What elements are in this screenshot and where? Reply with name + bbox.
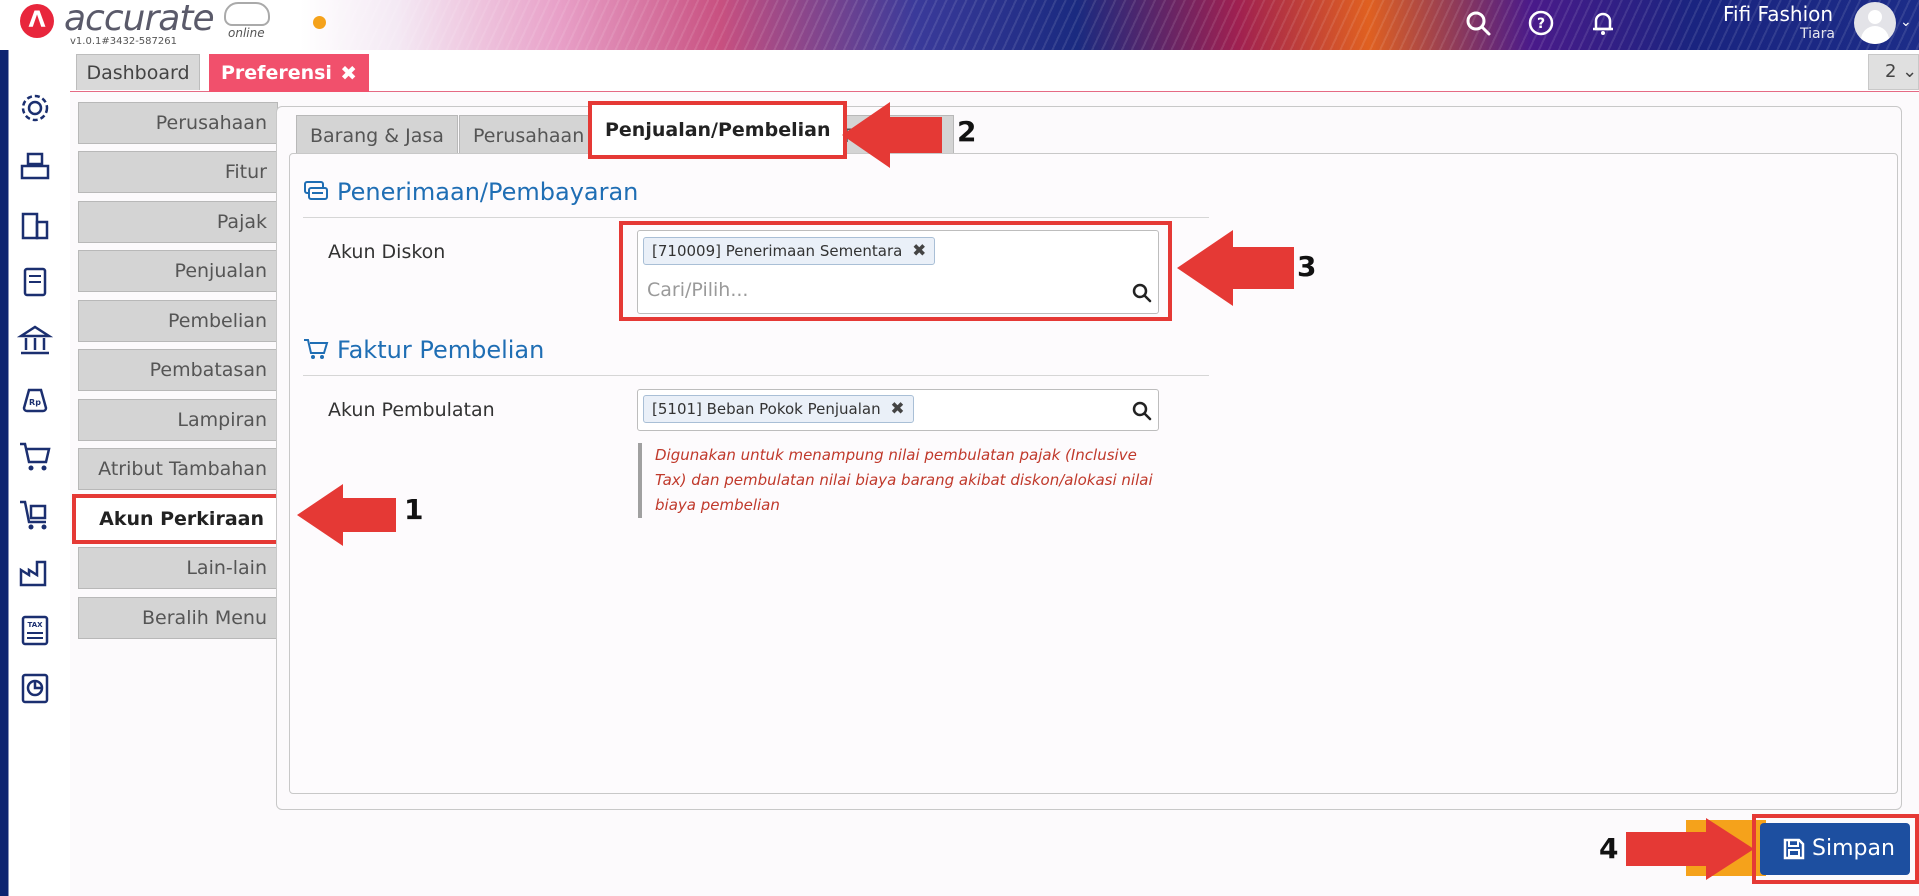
akun-pembulatan-select[interactable]: [5101] Beban Pokok Penjualan ✖ — [637, 389, 1159, 431]
chip-label: [5101] Beban Pokok Penjualan — [652, 400, 881, 418]
close-icon[interactable]: ✖ — [340, 54, 357, 92]
status-dot — [313, 16, 326, 29]
tab-barang-jasa[interactable]: Barang & Jasa — [296, 115, 458, 155]
arrow-step-4 — [1626, 818, 1754, 884]
section-divider — [303, 217, 1209, 218]
step-number-1: 1 — [404, 493, 424, 526]
arrow-step-2 — [842, 102, 942, 172]
cart-icon — [303, 337, 329, 361]
factory-icon[interactable] — [17, 554, 53, 590]
menu-item-pembelian[interactable]: Pembelian — [78, 300, 278, 342]
search-icon[interactable] — [1132, 401, 1152, 421]
accurate-logo-icon[interactable]: Λ — [20, 4, 54, 38]
payment-icon — [303, 179, 329, 203]
avatar[interactable] — [1854, 2, 1896, 44]
search-icon[interactable] — [1464, 9, 1492, 37]
label-akun-diskon: Akun Diskon — [328, 241, 446, 263]
menu-item-atribut-tambahan[interactable]: Atribut Tambahan — [78, 448, 278, 490]
svg-text:?: ? — [1537, 16, 1545, 32]
label-akun-pembulatan: Akun Pembulatan — [328, 399, 495, 421]
tab-counter-dropdown[interactable]: 2 ⌄ — [1868, 54, 1919, 90]
side-rail: Rp TAX — [0, 50, 70, 896]
building-icon[interactable] — [17, 206, 53, 242]
app-header: Λ accurate online v1.0.1#3432-587261 ? F… — [0, 0, 1919, 50]
bank-icon[interactable] — [16, 322, 54, 358]
user-name: Tiara — [1800, 26, 1835, 42]
remove-icon[interactable]: ✖ — [890, 396, 904, 422]
header-banner-pattern — [300, 0, 1919, 50]
menu-item-perusahaan[interactable]: Perusahaan — [78, 102, 278, 144]
cloud-icon — [224, 2, 270, 26]
cash-register-icon[interactable] — [17, 148, 53, 184]
bell-icon[interactable] — [1589, 9, 1617, 37]
logo-sub: online — [228, 26, 265, 40]
step-number-4: 4 — [1599, 832, 1619, 865]
tax-icon[interactable]: TAX — [17, 612, 53, 648]
highlight-save — [1752, 814, 1919, 884]
arrow-step-1 — [297, 484, 397, 550]
money-bag-icon[interactable]: Rp — [17, 380, 53, 416]
chevron-down-icon[interactable]: ⌄ — [1900, 14, 1912, 30]
report-chart-icon[interactable] — [17, 670, 53, 706]
version-text: v1.0.1#3432-587261 — [70, 36, 177, 47]
menu-item-beralih-menu[interactable]: Beralih Menu — [78, 597, 278, 639]
menu-item-lain-lain[interactable]: Lain-lain — [78, 547, 278, 589]
step-number-2: 2 — [957, 115, 977, 148]
tab-perusahaan[interactable]: Perusahaan — [459, 115, 599, 155]
cart-icon[interactable] — [17, 438, 53, 474]
step-number-3: 3 — [1297, 250, 1317, 283]
gear-icon[interactable] — [17, 90, 53, 126]
company-name[interactable]: Fifi Fashion — [1723, 2, 1833, 26]
help-icon[interactable]: ? — [1527, 9, 1555, 37]
svg-text:Rp: Rp — [29, 398, 41, 407]
help-note: Digunakan untuk menampung nilai pembulat… — [638, 443, 1158, 518]
highlight-akun-diskon — [619, 221, 1172, 321]
section-title-penerimaan: Penerimaan/Pembayaran — [337, 178, 639, 206]
menu-item-lampiran[interactable]: Lampiran — [78, 399, 278, 441]
svg-text:TAX: TAX — [27, 621, 43, 629]
arrow-step-3 — [1177, 230, 1294, 310]
section-divider — [303, 375, 1209, 376]
menu-item-penjualan[interactable]: Penjualan — [78, 250, 278, 292]
menu-item-pajak[interactable]: Pajak — [78, 201, 278, 243]
tab-penjualan-pembelian[interactable]: Penjualan/Pembelian — [588, 101, 848, 159]
tab-preferensi[interactable]: Preferensi ✖ — [209, 54, 369, 92]
tab-preferensi-label: Preferensi — [221, 62, 332, 84]
menu-item-fitur[interactable]: Fitur — [78, 151, 278, 193]
menu-item-akun-perkiraan[interactable]: Akun Perkiraan — [72, 494, 290, 544]
tab-dashboard[interactable]: Dashboard — [76, 54, 200, 90]
section-title-faktur: Faktur Pembelian — [337, 336, 545, 364]
logo-text[interactable]: accurate — [64, 0, 215, 39]
shopping-cart-box-icon[interactable] — [17, 496, 53, 532]
selected-chip-akun-pembulatan: [5101] Beban Pokok Penjualan ✖ — [643, 395, 914, 423]
menu-item-pembatasan[interactable]: Pembatasan — [78, 349, 278, 391]
ledger-icon[interactable] — [17, 264, 53, 300]
